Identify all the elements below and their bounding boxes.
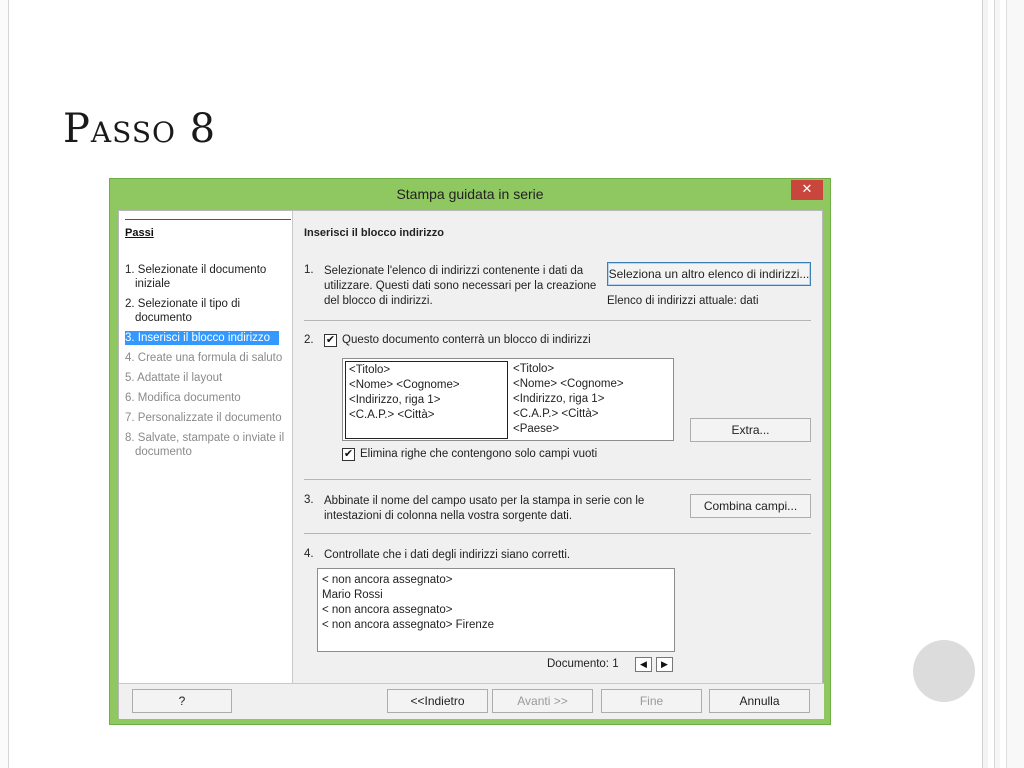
decorative-circle [913,640,975,702]
dialog-client-area: Passi 1. Selezionate il documento inizia… [118,210,824,719]
main-panel: Inserisci il blocco indirizzo 1. Selezio… [294,211,824,683]
preview-line: Mario Rossi [322,589,383,601]
finish-button[interactable]: Fine [601,689,702,713]
steps-sidebar: Passi 1. Selezionate il documento inizia… [119,211,293,683]
preview-line: < non ancora assegnato> [322,574,453,586]
address-block-preview: <Titolo> <Nome> <Cognome> <Indirizzo, ri… [342,358,674,441]
hide-empty-lines-checkbox[interactable]: ✔ [342,448,355,461]
slide-left-border [0,0,9,768]
step3-number: 3. [304,494,314,506]
document-counter: Documento: 1 [547,658,619,670]
dialog-footer: ? <<Indietro Avanti >> Fine Annulla [119,683,824,719]
step2-number: 2. [304,334,314,346]
step-item-5[interactable]: 5. Adattate il layout [125,371,293,385]
dialog-title: Stampa guidata in serie [396,186,544,202]
step-item-6[interactable]: 6. Modifica documento [125,391,293,405]
step-item-2[interactable]: 2. Selezionate il tipo di documento [125,297,293,325]
extra-button[interactable]: Extra... [690,418,811,442]
step-item-1[interactable]: 1. Selezionate il documento iniziale [125,263,293,291]
previous-document-icon[interactable]: ◀ [635,657,652,672]
slide-title: Passo 8 [63,106,217,152]
step4-text: Controllate che i dati degli indirizzi s… [324,549,571,561]
step3-text: Abbinate il nome del campo usato per la … [324,495,645,522]
section-title: Inserisci il blocco indirizzo [304,227,444,239]
next-document-icon[interactable]: ▶ [656,657,673,672]
address-preview-box[interactable]: < non ancora assegnato> Mario Rossi < no… [317,568,675,652]
sidebar-header: Passi [125,227,154,239]
back-button[interactable]: <<Indietro [387,689,488,713]
address-block-checkbox-label: Questo documento conterrà un blocco di i… [342,334,591,346]
next-button[interactable]: Avanti >> [492,689,593,713]
preview-line: < non ancora assegnato> Firenze [322,619,494,631]
cancel-button[interactable]: Annulla [709,689,810,713]
mail-merge-dialog: Stampa guidata in serie ✕ Passi 1. Selez… [109,178,831,725]
hide-empty-lines-label: Elimina righe che contengono solo campi … [360,448,598,460]
select-address-list-button[interactable]: Seleziona un altro elenco di indirizzi..… [607,262,811,286]
steps-list: 1. Selezionate il documento iniziale 2. … [125,263,293,465]
sidebar-divider [125,219,291,220]
preview-line: < non ancora assegnato> [322,604,453,616]
divider-3 [304,533,811,534]
close-button[interactable]: ✕ [791,180,823,200]
step1-number: 1. [304,264,314,276]
step-item-8[interactable]: 8. Salvate, stampate o inviate il docume… [125,431,293,459]
dialog-titlebar[interactable]: Stampa guidata in serie ✕ [110,179,830,209]
slide-right-border [982,0,1024,768]
help-button[interactable]: ? [132,689,232,713]
step4-number: 4. [304,548,314,560]
address-block-option-1[interactable]: <Titolo> <Nome> <Cognome> <Indirizzo, ri… [345,361,508,439]
step-item-7[interactable]: 7. Personalizzate il documento [125,411,293,425]
step-item-4[interactable]: 4. Create una formula di saluto [125,351,293,365]
step-item-3[interactable]: 3. Inserisci il blocco indirizzo [125,331,279,345]
address-block-checkbox[interactable]: ✔ [324,334,337,347]
address-block-option-2[interactable]: <Titolo> <Nome> <Cognome> <Indirizzo, ri… [510,361,670,439]
current-address-list: Elenco di indirizzi attuale: dati [607,295,759,307]
divider-1 [304,320,811,321]
match-fields-button[interactable]: Combina campi... [690,494,811,518]
step1-text: Selezionate l'elenco di indirizzi conten… [324,265,597,307]
divider-2 [304,479,811,480]
